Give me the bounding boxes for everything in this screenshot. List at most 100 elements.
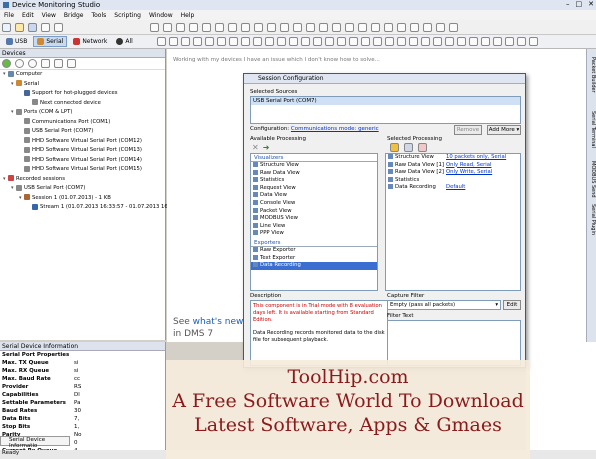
selected-processing-item[interactable]: Raw Data View [1] Only Read, Serial [386, 161, 520, 170]
packet-builder-tab[interactable]: Packet Builder [588, 57, 596, 93]
selected-processing-item[interactable]: Structure View 10 packets only, Serial [386, 154, 520, 162]
tree-item[interactable]: HHD Software Virtual Serial Port (COM12) [0, 137, 165, 147]
menu-scripting[interactable]: Scripting [114, 12, 141, 19]
tool-icon-8[interactable] [241, 23, 250, 32]
tb2-icon-4[interactable] [192, 37, 202, 46]
tree-item[interactable]: HHD Software Virtual Serial Port (COM14) [0, 156, 165, 166]
tb2-icon-22[interactable] [408, 37, 418, 46]
selected-item-config-link[interactable]: 10 packets only, Serial [446, 154, 506, 162]
tree-item[interactable]: Support for hot-plugged devices [0, 89, 165, 99]
selected-processing-item[interactable]: Data Recording Default [386, 184, 520, 192]
tree-item[interactable]: Next connected device [0, 99, 165, 109]
tree-item[interactable]: ▾ Session 1 (01.07.2013) - 1 KB [0, 194, 165, 204]
menu-help[interactable]: Help [181, 12, 195, 19]
tool-icon-15[interactable] [332, 23, 341, 32]
tb2-icon-9[interactable] [252, 37, 262, 46]
settings-icon[interactable] [67, 59, 76, 68]
tb2-icon-7[interactable] [228, 37, 238, 46]
tb2-icon-6[interactable] [216, 37, 226, 46]
tool-icon-14[interactable] [319, 23, 328, 32]
tool-icon-7[interactable] [228, 23, 237, 32]
processing-item[interactable]: Packet View [251, 207, 377, 216]
tool-icon-10[interactable] [267, 23, 276, 32]
processing-item[interactable]: Line View [251, 222, 377, 231]
tb2-icon-18[interactable] [360, 37, 370, 46]
tb2-icon-12[interactable] [288, 37, 298, 46]
tb2-icon-3[interactable] [180, 37, 190, 46]
tree-item[interactable]: Stream 1 (01.07.2013 16:33:57 - 01.07.20… [0, 203, 181, 213]
tool-icon-1[interactable] [150, 23, 159, 32]
tool-icon-13[interactable] [306, 23, 315, 32]
tb2-icon-8[interactable] [240, 37, 250, 46]
info-tab[interactable]: Serial Device Informatio [0, 436, 70, 449]
selected-processing-item[interactable]: Raw Data View [2] Only Write, Serial [386, 169, 520, 177]
source-item[interactable]: USB Serial Port (COM7) [251, 97, 520, 105]
tb2-icon-13[interactable] [300, 37, 310, 46]
filter-icon[interactable] [41, 59, 50, 68]
tb2-icon-32[interactable] [528, 37, 538, 46]
tb2-icon-15[interactable] [324, 37, 334, 46]
capture-filter-select[interactable]: Empty (pass all packets) ▾ [387, 300, 501, 310]
tb2-icon-29[interactable] [492, 37, 502, 46]
tool-icon-20[interactable] [397, 23, 406, 32]
tree-item[interactable]: ▾ Ports (COM & LPT) [0, 108, 165, 118]
refresh-icon[interactable] [54, 59, 63, 68]
menu-view[interactable]: View [42, 12, 56, 19]
tb2-icon-27[interactable] [468, 37, 478, 46]
tb2-icon-24[interactable] [432, 37, 442, 46]
edit-filter-button[interactable]: Edit [503, 300, 521, 310]
open-icon[interactable] [15, 23, 24, 32]
tree-item[interactable]: ▾ USB Serial Port (COM7) [0, 184, 165, 194]
save-config-icon[interactable] [404, 143, 413, 152]
undo-icon[interactable] [41, 23, 50, 32]
tool-icon-3[interactable] [176, 23, 185, 32]
tb2-icon-14[interactable] [312, 37, 322, 46]
tool-icon-21[interactable] [410, 23, 419, 32]
processing-item[interactable]: MODBUS View [251, 215, 377, 223]
serial-plugin-tab[interactable]: Serial Plugin [588, 204, 596, 235]
all-tab[interactable]: All [113, 36, 135, 47]
config-icon[interactable] [390, 143, 399, 152]
tool-icon-18[interactable] [371, 23, 380, 32]
tb2-icon-10[interactable] [264, 37, 274, 46]
new-session-icon[interactable] [2, 23, 11, 32]
tool-icon-19[interactable] [384, 23, 393, 32]
save-icon[interactable] [28, 23, 37, 32]
processing-item[interactable]: Data View [251, 192, 377, 200]
close-button[interactable]: ✕ [588, 0, 594, 8]
tb2-icon-26[interactable] [456, 37, 466, 46]
tool-icon-4[interactable] [189, 23, 198, 32]
menu-file[interactable]: File [4, 12, 14, 19]
tool-icon-11[interactable] [280, 23, 289, 32]
processing-item[interactable]: Statistics [251, 177, 377, 185]
remove-button[interactable]: Remove [454, 125, 482, 135]
config-link[interactable]: Communications mode: generic [291, 126, 379, 132]
tb2-icon-16[interactable] [336, 37, 346, 46]
redo-icon[interactable] [54, 23, 63, 32]
tool-icon-5[interactable] [202, 23, 211, 32]
usb-tab[interactable]: USB [3, 36, 30, 47]
tool-icon-17[interactable] [358, 23, 367, 32]
selected-item-config-link[interactable]: Only Write, Serial [446, 169, 492, 177]
record-icon[interactable] [15, 59, 24, 68]
tb2-icon-23[interactable] [420, 37, 430, 46]
tree-item[interactable]: HHD Software Virtual Serial Port (COM13) [0, 146, 165, 156]
tb2-icon-19[interactable] [372, 37, 382, 46]
tool-icon-16[interactable] [345, 23, 354, 32]
tree-item[interactable]: ▾ Serial [0, 80, 165, 90]
tb2-icon-20[interactable] [384, 37, 394, 46]
tb2-icon-17[interactable] [348, 37, 358, 46]
processing-item[interactable]: Data Recording [251, 262, 377, 270]
tool-icon-2[interactable] [163, 23, 172, 32]
tb2-icon-2[interactable] [168, 37, 178, 46]
processing-item[interactable]: Raw Data View [251, 169, 377, 178]
tb2-icon-11[interactable] [276, 37, 286, 46]
tb2-icon-31[interactable] [516, 37, 526, 46]
tree-item[interactable]: ▾ Recorded sessions [0, 175, 165, 185]
selected-item-config-link[interactable]: Default [446, 184, 465, 192]
tb2-icon-30[interactable] [504, 37, 514, 46]
whats-new-link[interactable]: what's new [193, 317, 244, 327]
tool-icon-9[interactable] [254, 23, 263, 32]
add-arrow-icon[interactable]: ➜ [263, 143, 270, 152]
tool-icon-22[interactable] [423, 23, 432, 32]
